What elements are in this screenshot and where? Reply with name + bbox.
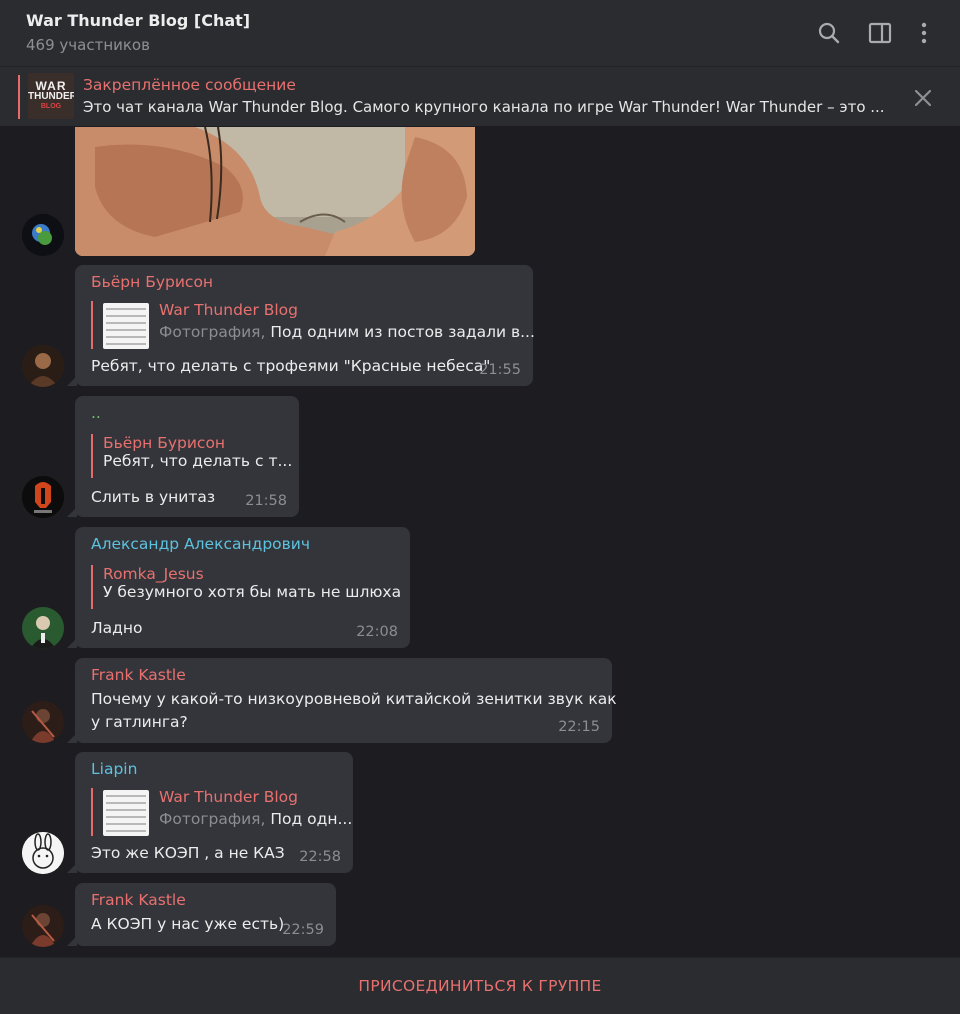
message-bubble[interactable]: Frank Kastle Почему у какой-то низкоуров… <box>67 658 617 743</box>
reply-preview[interactable]: War Thunder Blog Фотография, Под одним и… <box>91 301 535 349</box>
reply-author: War Thunder Blog <box>159 301 299 319</box>
reply-kind: Фотография, <box>159 810 266 828</box>
bubble-tail <box>67 733 77 743</box>
reply-thumbnail <box>103 303 149 349</box>
avatar[interactable] <box>22 905 64 947</box>
message-text: Слить в унитаз <box>91 488 216 506</box>
avatar-image <box>22 214 64 256</box>
sidebar-toggle-icon[interactable] <box>867 20 893 46</box>
avatar[interactable] <box>22 832 64 874</box>
bubble-tail <box>67 507 77 517</box>
message-bubble[interactable]: Бьёрн Бурисон War Thunder Blog Фотографи… <box>67 265 535 386</box>
message-text-line-2: у гатлинга? <box>91 713 188 731</box>
avatar[interactable] <box>22 701 64 743</box>
message-time: 21:55 <box>479 362 521 378</box>
avatar-image <box>22 476 64 518</box>
message-sender[interactable]: .. <box>91 404 101 422</box>
pinned-text: Это чат канала War Thunder Blog. Самого … <box>83 98 883 116</box>
member-count[interactable]: 469 участников <box>26 36 150 54</box>
message-sender[interactable]: Frank Kastle <box>91 891 186 909</box>
reply-text: У безумного хотя бы мать не шлюха <box>103 583 402 601</box>
bubble-tail <box>67 638 77 648</box>
message-bubble[interactable]: Frank Kastle А КОЭП у нас уже есть) 22:5… <box>67 883 336 946</box>
bubble-tail <box>67 376 77 386</box>
search-icon[interactable] <box>816 20 842 46</box>
avatar-image <box>22 832 64 874</box>
avatar-image <box>22 345 64 387</box>
reply-text: Под одним из постов задали в... <box>270 323 535 341</box>
avatar-image <box>22 701 64 743</box>
message-text: А КОЭП у нас уже есть) <box>91 915 285 933</box>
message-text: Ладно <box>91 619 143 637</box>
reply-author: Romka_Jesus <box>103 565 204 583</box>
avatar[interactable] <box>22 214 64 256</box>
avatar[interactable] <box>22 607 64 649</box>
pinned-logo-line-2: THUNDER <box>28 91 74 102</box>
pinned-logo-line-3: BLOG <box>40 103 62 110</box>
more-vertical-icon[interactable] <box>911 20 937 46</box>
reply-author: Бьёрн Бурисон <box>103 434 226 452</box>
message-time: 22:08 <box>356 624 398 640</box>
message-sender[interactable]: Александр Александрович <box>91 535 310 553</box>
avatar[interactable] <box>22 476 64 518</box>
message-time: 21:58 <box>245 493 287 509</box>
message-bubble[interactable]: Liapin War Thunder Blog Фотография, Под … <box>67 752 353 873</box>
pinned-label: Закреплённое сообщение <box>83 76 296 94</box>
chat-header: War Thunder Blog [Chat] 469 участников <box>0 0 960 66</box>
message-sender[interactable]: Liapin <box>91 760 137 778</box>
message-photo <box>75 127 475 256</box>
reply-text: Под одн... <box>270 810 353 828</box>
pinned-message[interactable]: WAR THUNDER BLOG Закреплённое сообщение … <box>0 66 960 126</box>
reply-text-wrap: Фотография, Под одним из постов задали в… <box>159 323 535 341</box>
pinned-thumbnail: WAR THUNDER BLOG <box>28 73 74 119</box>
reply-text: Ребят, что делать с т... <box>103 452 293 470</box>
join-group-button[interactable]: ПРИСОЕДИНИТЬСЯ К ГРУППЕ <box>0 977 960 995</box>
message-text: Это же КОЭП , а не КАЗ <box>91 844 285 862</box>
avatar-image <box>22 905 64 947</box>
bubble-tail <box>67 863 77 873</box>
message-text: Ребят, что делать с трофеями "Красные не… <box>91 357 491 375</box>
photo-message[interactable] <box>75 127 475 256</box>
message-list[interactable]: Бьёрн Бурисон War Thunder Blog Фотографи… <box>0 127 960 957</box>
message-time: 22:58 <box>299 849 341 865</box>
pinned-accent-bar <box>18 75 20 119</box>
reply-text-wrap: Фотография, Под одн... <box>159 810 352 828</box>
reply-author: War Thunder Blog <box>159 788 299 806</box>
avatar-image <box>22 607 64 649</box>
message-text-line-1: Почему у какой-то низкоуровневой китайск… <box>91 690 617 708</box>
close-icon[interactable] <box>912 87 934 109</box>
message-sender[interactable]: Frank Kastle <box>91 666 186 684</box>
message-bubble[interactable]: Александр Александрович Romka_Jesus У бе… <box>67 527 410 648</box>
avatar[interactable] <box>22 345 64 387</box>
message-time: 22:59 <box>282 922 324 938</box>
reply-preview[interactable]: Romka_Jesus У безумного хотя бы мать не … <box>91 565 401 609</box>
reply-preview[interactable]: War Thunder Blog Фотография, Под одн... <box>91 788 352 836</box>
reply-thumbnail <box>103 790 149 836</box>
bubble-tail <box>67 936 77 946</box>
chat-title[interactable]: War Thunder Blog [Chat] <box>26 11 250 30</box>
message-time: 22:15 <box>558 719 600 735</box>
message-bubble[interactable]: .. Бьёрн Бурисон Ребят, что делать с т..… <box>67 396 299 517</box>
message-sender[interactable]: Бьёрн Бурисон <box>91 273 213 291</box>
reply-kind: Фотография, <box>159 323 266 341</box>
join-bar[interactable]: ПРИСОЕДИНИТЬСЯ К ГРУППЕ <box>0 957 960 1014</box>
reply-preview[interactable]: Бьёрн Бурисон Ребят, что делать с т... <box>91 434 292 478</box>
